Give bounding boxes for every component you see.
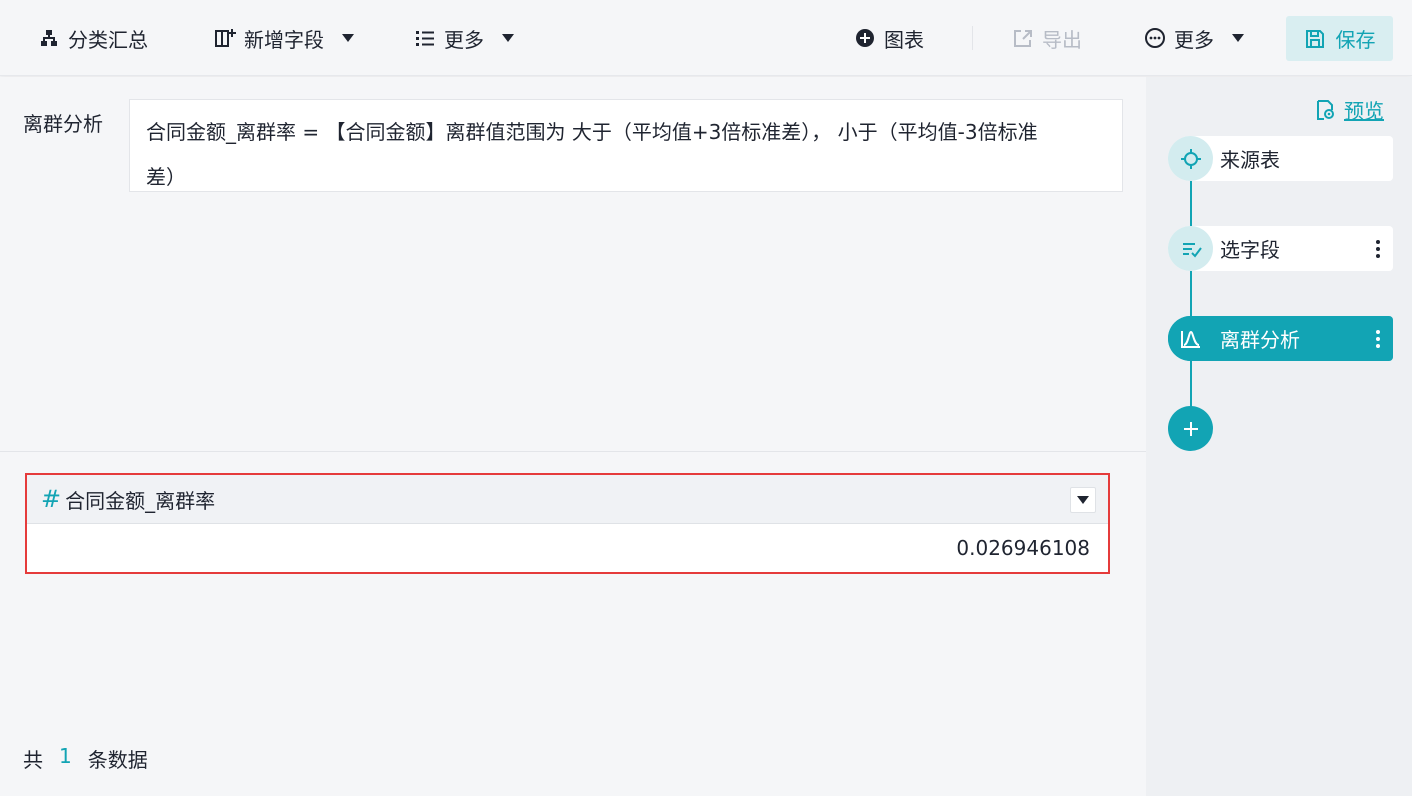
export-button[interactable]: 导出 — [1012, 22, 1082, 54]
flow-node-outlier-analysis[interactable]: 离群分析 — [1168, 316, 1393, 361]
number-type-icon: # — [41, 485, 62, 513]
toolbar: 分类汇总 新增字段 更多 图表 导出 更多 保存 — [0, 0, 1412, 76]
preview-label: 预览 — [1344, 99, 1384, 123]
more-menu-right[interactable]: 更多 — [1144, 22, 1244, 54]
caret-down-icon — [1077, 496, 1089, 504]
chart-label: 图表 — [884, 27, 924, 52]
node-more-button[interactable] — [1363, 329, 1393, 348]
more-left-label: 更多 — [444, 27, 484, 52]
select-fields-icon — [1182, 242, 1202, 258]
list-icon — [416, 31, 434, 46]
add-field-button[interactable]: 新增字段 — [214, 22, 354, 54]
more-circle-icon — [1145, 28, 1165, 48]
formula-line-2: 差） — [146, 165, 186, 189]
record-count: 共 1 条数据 — [23, 744, 148, 773]
hierarchy-icon — [41, 30, 57, 46]
flow-connector — [1190, 361, 1192, 407]
table-cell-value: 0.026946108 — [956, 536, 1090, 560]
flow-connector — [1190, 271, 1192, 317]
preview-link[interactable]: 预览 — [1314, 95, 1384, 124]
node-more-button[interactable] — [1363, 239, 1393, 258]
save-label: 保存 — [1335, 28, 1376, 52]
table-header: # 合同金额_离群率 — [27, 475, 1108, 524]
flow-node-select-fields[interactable]: 选字段 — [1168, 226, 1393, 271]
more-right-label: 更多 — [1174, 27, 1214, 52]
node-icon-wrap — [1168, 316, 1213, 361]
record-count-prefix: 共 — [23, 748, 43, 772]
flow-node-label: 选字段 — [1220, 238, 1280, 262]
formula-line-1: 合同金额_离群率 = 【合同金额】离群值范围为 大于（平均值+3倍标准差）， 小… — [146, 120, 1038, 144]
node-icon-wrap — [1168, 136, 1213, 181]
save-button[interactable]: 保存 — [1286, 16, 1393, 61]
plus-icon — [1183, 421, 1198, 436]
preview-icon — [1317, 99, 1334, 120]
flow-node-source-table[interactable]: 来源表 — [1168, 136, 1393, 181]
export-label: 导出 — [1042, 27, 1082, 52]
group-summary-label: 分类汇总 — [68, 27, 148, 52]
chevron-down-icon — [1232, 34, 1244, 42]
save-icon — [1305, 29, 1324, 48]
outlier-curve-icon — [1180, 330, 1200, 348]
more-menu-left[interactable]: 更多 — [414, 22, 514, 54]
formula-text-box[interactable]: 合同金额_离群率 = 【合同金额】离群值范围为 大于（平均值+3倍标准差）， 小… — [129, 99, 1123, 192]
flow-node-label: 离群分析 — [1220, 328, 1300, 352]
node-icon-wrap — [1168, 226, 1213, 271]
add-step-button[interactable] — [1168, 406, 1213, 451]
group-summary-button[interactable]: 分类汇总 — [38, 22, 148, 54]
flow-panel: 预览 来源表 选字段 离群分析 — [1146, 77, 1412, 796]
formula-label: 离群分析 — [23, 112, 103, 136]
column-header-label: 合同金额_离群率 — [65, 488, 216, 513]
chevron-down-icon — [502, 34, 514, 42]
flow-connector — [1190, 181, 1192, 227]
toolbar-divider — [972, 26, 973, 50]
crosshair-icon — [1180, 148, 1201, 169]
flow-node-label: 来源表 — [1220, 148, 1280, 172]
record-count-suffix: 条数据 — [87, 748, 148, 772]
chart-button[interactable]: 图表 — [854, 22, 924, 54]
table-row: 0.026946108 — [27, 524, 1108, 572]
plus-circle-icon — [856, 29, 874, 47]
section-divider — [0, 451, 1146, 452]
record-count-number: 1 — [59, 744, 72, 768]
main-panel: 离群分析 合同金额_离群率 = 【合同金额】离群值范围为 大于（平均值+3倍标准… — [0, 77, 1146, 796]
add-column-icon — [215, 29, 236, 47]
result-table: # 合同金额_离群率 0.026946108 — [25, 473, 1110, 574]
chevron-down-icon — [342, 34, 354, 42]
column-dropdown-button[interactable] — [1070, 487, 1096, 513]
export-icon — [1014, 30, 1032, 47]
add-field-label: 新增字段 — [244, 27, 324, 52]
